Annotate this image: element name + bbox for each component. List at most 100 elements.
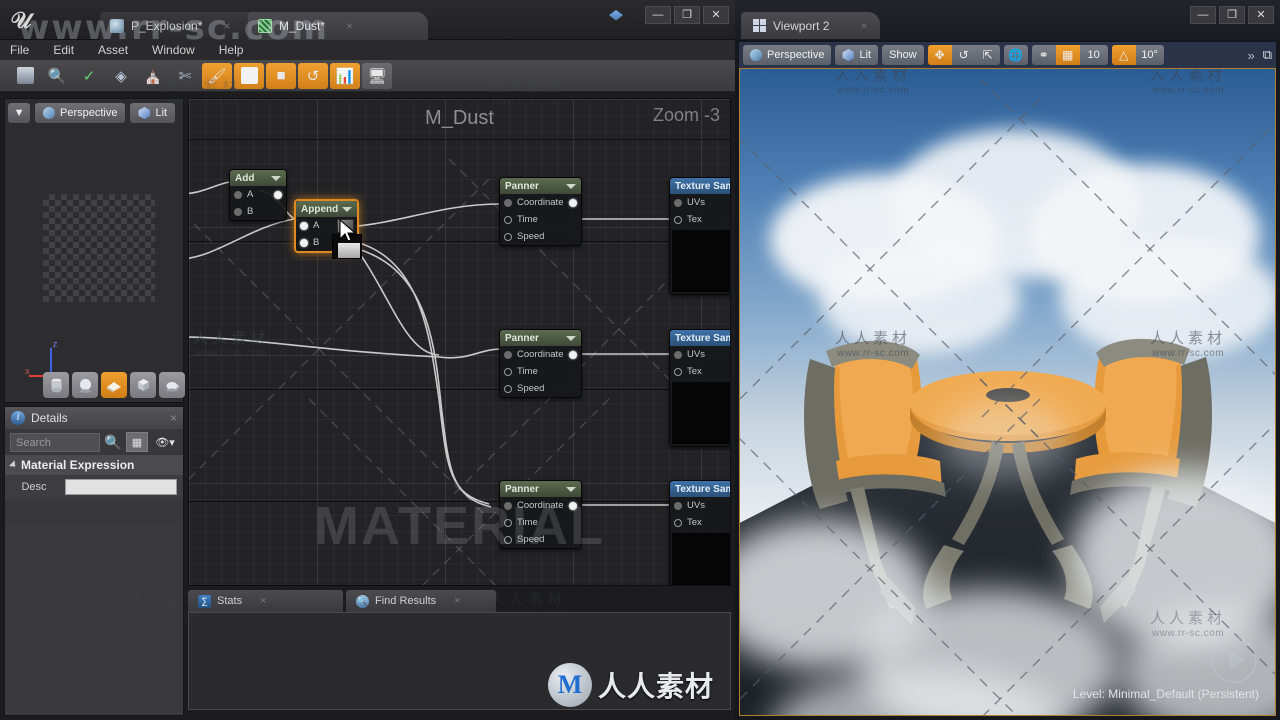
node-texture-sample-2[interactable]: Texture Sample UVs Tex <box>669 329 730 447</box>
stats-toggle-icon[interactable]: ↺ <box>298 62 328 89</box>
input-pin-icon[interactable] <box>504 198 512 207</box>
node-texture-sample-1[interactable]: Texture Sample UVs Tex <box>669 177 730 295</box>
input-pin-icon[interactable] <box>504 384 512 393</box>
plane-preview-button[interactable] <box>101 372 127 398</box>
node-pin-uvs[interactable]: UVs <box>670 346 730 363</box>
close-icon[interactable]: × <box>346 19 353 33</box>
scale-gizmo-icon[interactable]: ⇱ <box>976 45 1000 65</box>
node-texture-sample-3[interactable]: Texture Sample UVs Tex <box>669 480 730 585</box>
close-icon[interactable]: × <box>223 19 230 33</box>
input-pin-icon[interactable] <box>504 215 512 224</box>
input-pin-icon[interactable] <box>504 350 512 359</box>
material-preview-viewport[interactable]: ▼ Perspective Lit Z Y X <box>4 98 185 403</box>
input-pin-icon[interactable] <box>674 350 682 359</box>
node-pin-tex[interactable]: Tex <box>670 211 730 228</box>
node-pin-tex[interactable]: Tex <box>670 363 730 380</box>
menu-file[interactable]: File <box>10 43 29 57</box>
apply-icon[interactable]: ✓ <box>74 63 104 89</box>
home-icon[interactable]: ⛪ <box>138 63 168 89</box>
chevron-down-icon[interactable] <box>566 335 576 341</box>
input-pin-icon[interactable] <box>504 232 512 241</box>
chevron-down-icon[interactable] <box>566 486 576 492</box>
menu-asset[interactable]: Asset <box>98 43 128 57</box>
find-in-content-browser-icon[interactable]: 🔍 <box>42 63 72 89</box>
close-icon[interactable]: × <box>260 595 266 607</box>
minimize-button[interactable]: — <box>1190 6 1216 24</box>
mobile-stats-icon[interactable]: 📊 <box>330 62 360 89</box>
maximize-button[interactable]: ❐ <box>674 6 700 24</box>
clean-up-icon[interactable]: ✄ <box>170 63 200 89</box>
live-nodes-icon[interactable] <box>234 62 264 89</box>
input-pin-icon[interactable] <box>674 198 682 207</box>
output-pin-icon[interactable] <box>274 190 282 199</box>
close-icon[interactable]: × <box>454 595 460 607</box>
input-pin-icon[interactable] <box>234 190 242 199</box>
output-pin-icon[interactable] <box>569 350 577 359</box>
input-pin-icon[interactable] <box>504 367 512 376</box>
tab-viewport-2[interactable]: Viewport 2 × <box>741 12 880 39</box>
minimize-button[interactable]: — <box>645 6 671 24</box>
node-pin-coordinate[interactable]: Coordinate <box>500 194 581 211</box>
teapot-preview-button[interactable] <box>159 372 185 398</box>
input-pin-icon[interactable] <box>234 207 242 216</box>
node-pin-speed[interactable]: Speed <box>500 380 581 397</box>
node-pin-tex[interactable]: Tex <box>670 514 730 531</box>
move-gizmo-icon[interactable]: ✥ <box>927 45 952 65</box>
menu-help[interactable]: Help <box>219 43 244 57</box>
node-pin-uvs[interactable]: UVs <box>670 497 730 514</box>
desc-field[interactable] <box>65 479 177 495</box>
viewport-options-button[interactable]: ▼ <box>8 103 30 123</box>
input-pin-icon[interactable] <box>674 367 682 376</box>
perspective-button[interactable]: Perspective <box>35 103 126 123</box>
live-preview-icon[interactable]: 🖌 <box>202 62 232 89</box>
save-icon[interactable] <box>10 63 40 89</box>
node-pin-time[interactable]: Time <box>500 363 581 380</box>
close-icon[interactable]: × <box>170 411 177 425</box>
chevron-down-icon[interactable] <box>271 175 281 181</box>
maximize-viewport-icon[interactable]: ⧉ <box>1263 47 1272 63</box>
node-panner-2[interactable]: Panner Coordinate Time Speed <box>499 329 582 398</box>
surface-snap-icon[interactable]: ⚭ <box>1032 45 1056 65</box>
node-panner-1[interactable]: Panner Coordinate Time Speed <box>499 177 582 246</box>
chevron-down-icon[interactable] <box>342 206 352 212</box>
angle-snap-icon[interactable]: △ <box>1111 45 1136 65</box>
node-pin-time[interactable]: Time <box>500 211 581 228</box>
cylinder-preview-button[interactable] <box>43 372 69 398</box>
live-update-icon[interactable]: ■ <box>266 62 296 89</box>
platform-stats-icon[interactable]: 🖥 <box>362 62 392 89</box>
sphere-preview-button[interactable] <box>72 372 98 398</box>
details-grid-view-button[interactable]: ▦ <box>126 432 148 452</box>
cube-preview-button[interactable] <box>130 372 156 398</box>
level-3d-viewport[interactable]: 人人素材 www.rr-sc.com 人人素材 www.rr-sc.com 人人… <box>739 68 1276 716</box>
perspective-button[interactable]: Perspective <box>743 45 832 65</box>
search-icon[interactable]: ◈ <box>106 63 136 89</box>
show-button[interactable]: Show <box>882 45 924 65</box>
angle-snap-value[interactable]: 10° <box>1136 45 1164 65</box>
material-expression-section[interactable]: Material Expression <box>5 455 183 475</box>
maximize-button[interactable]: ❐ <box>1219 6 1245 24</box>
tab-find-results[interactable]: 🔍 Find Results × <box>346 590 496 612</box>
grid-snap-value[interactable]: 10 <box>1080 45 1108 65</box>
input-pin-icon[interactable] <box>674 501 682 510</box>
input-pin-icon[interactable] <box>300 238 308 247</box>
node-pin-b[interactable]: B <box>230 203 286 220</box>
node-add[interactable]: Add A B <box>229 169 287 221</box>
close-icon[interactable]: × <box>860 19 867 33</box>
rotate-gizmo-icon[interactable]: ↺ <box>952 45 976 65</box>
search-input[interactable]: Search <box>10 432 100 452</box>
close-button[interactable]: ✕ <box>1248 6 1274 24</box>
input-pin-icon[interactable] <box>300 221 308 230</box>
play-in-editor-icon[interactable] <box>1211 637 1257 683</box>
search-icon[interactable]: 🔍 <box>104 434 122 451</box>
input-pin-icon[interactable] <box>674 518 682 527</box>
details-visibility-button[interactable]: 👁▾ <box>152 432 178 452</box>
node-pin-uvs[interactable]: UVs <box>670 194 730 211</box>
grid-snap-icon[interactable]: ▦ <box>1055 45 1080 65</box>
lit-button[interactable]: Lit <box>130 103 176 123</box>
input-pin-icon[interactable] <box>674 215 682 224</box>
tab-stats[interactable]: ∑ Stats × <box>188 590 343 612</box>
close-button[interactable]: ✕ <box>703 6 729 24</box>
menu-edit[interactable]: Edit <box>53 43 74 57</box>
material-graph[interactable]: M_Dust Zoom -3 Add A B Append A B Panner… <box>188 98 731 586</box>
tab-m-dust[interactable]: M_Dust* × <box>248 12 428 40</box>
